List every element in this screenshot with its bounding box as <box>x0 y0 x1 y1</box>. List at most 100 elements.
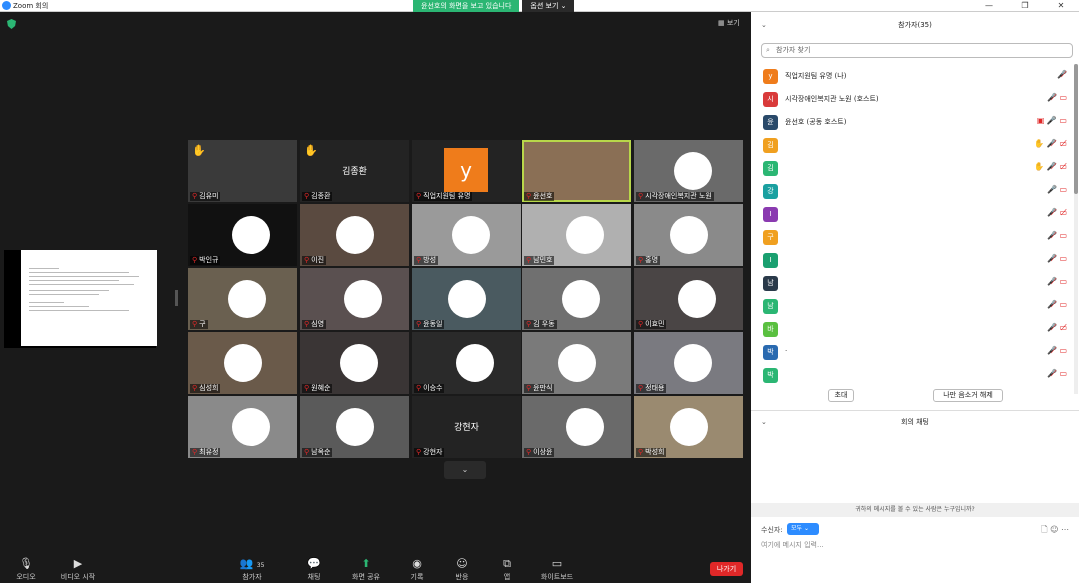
video-tile[interactable]: ⚲ 최유정 <box>188 396 297 458</box>
tile-name-label: ⚲ 직업지원팀 유명 <box>414 192 473 201</box>
participant-row[interactable]: 김 ✋ 🎤̸ ▭̸ <box>751 134 1073 157</box>
video-tile[interactable]: ⚲ 이효민 <box>634 268 743 330</box>
participant-status-icons[interactable]: 🎤̸ ▭̸ <box>1047 208 1067 217</box>
video-tile[interactable]: ⚲ 남옥순 <box>300 396 409 458</box>
participant-status-icons[interactable]: 🎤 ▭ <box>1047 185 1067 194</box>
participant-row[interactable]: 시 시각장애인복지관 노원 (호스트) 🎤̸ ▭ <box>751 88 1073 111</box>
participant-status-icons[interactable]: ✋ 🎤̸ ▭̸ <box>1034 139 1067 148</box>
participant-row[interactable]: 구 🎤̸ ▭ <box>751 226 1073 249</box>
video-tile[interactable]: ⚲ 박성희 <box>634 396 743 458</box>
video-tile[interactable]: ⚲ 심영 <box>300 268 409 330</box>
participants-title: 참가자(35) <box>898 21 932 29</box>
participants-header: ⌄ 참가자(35) <box>751 12 1079 38</box>
video-tile[interactable]: ✋ ⚲ 김유미 <box>188 140 297 202</box>
avatar: 시 <box>763 92 778 107</box>
avatar: 박 <box>763 368 778 383</box>
participant-scrollbar[interactable] <box>1074 64 1078 394</box>
chat-visibility-note[interactable]: 귀하의 메시지를 볼 수 있는 사람은 누구입니까? <box>751 503 1079 517</box>
microphone-muted-icon: ⚲ <box>304 192 310 200</box>
meeting-area: ▦ 보기 ✋ ⚲ 김유미 김종환 ✋ ⚲ 김종환 y ⚲ 직업지원팀 유명 ⚲ 윤선호 ⚲ 시각장애인복지… <box>0 12 750 583</box>
video-tile[interactable]: ⚲ 김 우동 <box>522 268 631 330</box>
video-tile[interactable]: ⚲ 남민호 <box>522 204 631 266</box>
chat-message-input[interactable]: 여기에 메시지 입력... <box>761 540 824 550</box>
video-tile[interactable]: 김종환 ✋ ⚲ 김종환 <box>300 140 409 202</box>
leave-button[interactable]: 나가기 <box>710 562 743 576</box>
video-tile[interactable]: ⚲ 심성희 <box>188 332 297 394</box>
participant-row[interactable]: 강 🎤 ▭ <box>751 180 1073 203</box>
participant-status-icons[interactable]: 🎤̸ ▭ <box>1047 300 1067 309</box>
video-tile[interactable]: 강현자 ⚲ 강현자 <box>412 396 521 458</box>
video-tile[interactable]: ⚲ 정태용 <box>634 332 743 394</box>
participant-status-icons[interactable]: 🎤̸ <box>1057 70 1067 79</box>
chat-button[interactable]: 💬 채팅 <box>288 557 340 582</box>
participant-name: 윤동일 <box>423 320 443 328</box>
participant-row[interactable]: 박 · 🎤̸ ▭ <box>751 341 1073 364</box>
maximize-button[interactable]: ❐ <box>1007 0 1043 12</box>
participant-row[interactable]: I 🎤̸ ▭ <box>751 249 1073 272</box>
invite-button[interactable]: 초대 <box>828 389 854 402</box>
participant-row[interactable]: 남 🎤̸ ▭ <box>751 272 1073 295</box>
video-tile[interactable]: ⚲ 시각장애인복지관 노원 <box>634 140 743 202</box>
whiteboard-button[interactable]: ▭ 화이트보드 <box>531 557 583 582</box>
recipient-dropdown[interactable]: 모두 ⌄ <box>787 523 819 535</box>
collapse-chat-chevron-icon[interactable]: ⌄ <box>761 411 767 433</box>
tile-name-label: ⚲ 윤선호 <box>524 192 555 201</box>
participant-status-icons[interactable]: 🎤̸ ▭ <box>1047 346 1067 355</box>
encryption-shield-icon[interactable] <box>7 19 16 29</box>
video-tile[interactable]: ⚲ 방성 <box>412 204 521 266</box>
participant-row[interactable]: 바 🎤̸ ▭̸ <box>751 318 1073 341</box>
video-tile[interactable]: ⚲ 이진 <box>300 204 409 266</box>
video-tile[interactable]: ⚲ 홍명 <box>634 204 743 266</box>
participant-status-icons[interactable]: 🎤̸ ▭ <box>1047 369 1067 378</box>
participant-row[interactable]: 박 🎤̸ ▭ <box>751 364 1073 387</box>
participant-status-icons[interactable]: 🎤̸ ▭ <box>1047 254 1067 263</box>
video-tile[interactable]: ⚲ 구 <box>188 268 297 330</box>
audio-button[interactable]: 🎙 오디오 <box>0 557 52 582</box>
raised-hand-icon: ✋ <box>192 144 206 157</box>
shared-screen-thumbnail[interactable] <box>4 250 157 348</box>
video-tile[interactable]: ⚲ 윤선호 <box>522 140 631 202</box>
face-blur-mask <box>456 344 494 382</box>
tile-name-label: ⚲ 김 우동 <box>524 320 557 329</box>
video-tile[interactable]: ⚲ 윤만식 <box>522 332 631 394</box>
file-icon[interactable]: 🗋 <box>1041 525 1047 534</box>
minimize-button[interactable]: — <box>971 0 1007 12</box>
video-tile[interactable]: ⚲ 원혜순 <box>300 332 409 394</box>
participant-row[interactable]: y 직업지원팀 유명 (나) 🎤̸ <box>751 65 1073 88</box>
share-screen-button[interactable]: ⬆ 화면 공유 <box>340 557 392 582</box>
collapse-chevron-icon[interactable]: ⌄ <box>761 12 767 38</box>
participant-row[interactable]: 윤 윤선호 (공동 호스트) ▣ 🎤 ▭ <box>751 111 1073 134</box>
emoji-icon[interactable]: ☺ <box>1050 525 1058 534</box>
apps-button[interactable]: ⧉ 앱 <box>481 557 533 582</box>
participant-status-icons[interactable]: 🎤̸ ▭ <box>1047 231 1067 240</box>
next-page-button[interactable]: ⌄ <box>444 461 486 479</box>
video-tile[interactable]: ⚲ 이상윤 <box>522 396 631 458</box>
view-options-button[interactable]: 옵션 보기 ⌄ <box>522 0 575 12</box>
resize-handle[interactable] <box>175 290 178 306</box>
video-button[interactable]: ▶ 비디오 시작 <box>52 557 104 582</box>
video-tile[interactable]: ⚲ 박인규 <box>188 204 297 266</box>
more-icon[interactable]: ⋯ <box>1061 525 1069 534</box>
face-blur-mask <box>670 408 708 446</box>
participant-row[interactable]: 남 🎤̸ ▭ <box>751 295 1073 318</box>
participant-status-icons[interactable]: ✋ 🎤̸ ▭̸ <box>1034 162 1067 171</box>
participant-row[interactable]: 김 ✋ 🎤̸ ▭̸ <box>751 157 1073 180</box>
participant-status-icons[interactable]: 🎤̸ ▭̸ <box>1047 323 1067 332</box>
video-tile[interactable]: ⚲ 윤동일 <box>412 268 521 330</box>
view-button[interactable]: ▦ 보기 <box>718 18 740 28</box>
apps-label: 앱 <box>503 573 511 581</box>
unmute-myself-button[interactable]: 나만 음소거 해제 <box>933 389 1003 402</box>
video-tile[interactable]: y ⚲ 직업지원팀 유명 <box>412 140 521 202</box>
participant-status-icons[interactable]: 🎤̸ ▭ <box>1047 277 1067 286</box>
participant-status-icons[interactable]: ▣ 🎤 ▭ <box>1037 116 1067 125</box>
participant-name: 시각장애인복지관 노원 (호스트) <box>785 95 879 103</box>
video-tile[interactable]: ⚲ 이승수 <box>412 332 521 394</box>
participant-status-icons[interactable]: 🎤̸ ▭ <box>1047 93 1067 102</box>
close-button[interactable]: ✕ <box>1043 0 1079 12</box>
participants-button[interactable]: 👥 35 참가자 <box>226 557 278 582</box>
participant-search-input[interactable]: ⌕ 참가자 찾기 <box>761 43 1073 58</box>
tile-name-label: ⚲ 남민호 <box>524 256 555 265</box>
tile-name-label: ⚲ 윤동일 <box>414 320 445 329</box>
participant-row[interactable]: I 🎤̸ ▭̸ <box>751 203 1073 226</box>
microphone-muted-icon: ⚲ <box>192 448 198 456</box>
